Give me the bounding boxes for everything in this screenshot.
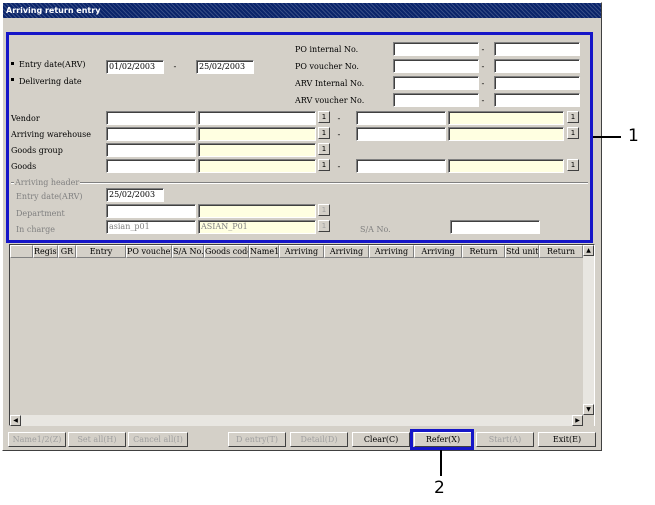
callout-number-1: 1 bbox=[628, 126, 639, 146]
column-header[interactable]: GR bbox=[58, 245, 76, 258]
callout-leader-1 bbox=[593, 136, 621, 138]
column-header[interactable]: Std unit bbox=[505, 245, 539, 258]
callout-leader-2 bbox=[440, 450, 442, 476]
column-header[interactable]: Arriving bbox=[324, 245, 369, 258]
clear-button[interactable]: Clear(C) bbox=[352, 432, 410, 447]
column-header[interactable]: Arriving bbox=[279, 245, 324, 258]
detail-button[interactable]: Detail(D) bbox=[290, 432, 348, 447]
column-header[interactable]: Name1 bbox=[249, 245, 279, 258]
scroll-down-arrow-icon[interactable]: ▼ bbox=[583, 404, 594, 415]
window-title: Arriving return entry bbox=[3, 3, 601, 18]
column-header[interactable]: PO voucher bbox=[126, 245, 172, 258]
scroll-left-arrow-icon[interactable]: ◀ bbox=[10, 415, 21, 426]
column-header[interactable]: Arriving bbox=[414, 245, 462, 258]
column-header[interactable]: Goods code bbox=[204, 245, 249, 258]
d-entry-button[interactable]: D entry(T) bbox=[228, 432, 286, 447]
column-header[interactable]: Return bbox=[539, 245, 583, 258]
grid-vertical-scrollbar[interactable] bbox=[583, 245, 594, 415]
start-button[interactable]: Start(A) bbox=[476, 432, 534, 447]
callout-box-2 bbox=[410, 429, 474, 450]
scroll-right-arrow-icon[interactable]: ▶ bbox=[572, 415, 583, 426]
cancel-all-button[interactable]: Cancel all(I) bbox=[128, 432, 188, 447]
column-header[interactable]: Entry bbox=[76, 245, 126, 258]
exit-button[interactable]: Exit(E) bbox=[538, 432, 596, 447]
set-all-button[interactable]: Set all(H) bbox=[68, 432, 126, 447]
column-header[interactable]: Regist bbox=[33, 245, 58, 258]
grid-horizontal-scrollbar[interactable] bbox=[10, 415, 583, 426]
column-header[interactable]: Arriving bbox=[369, 245, 414, 258]
scrollbar-corner bbox=[583, 415, 594, 426]
scroll-up-arrow-icon[interactable]: ▲ bbox=[583, 245, 594, 256]
column-header[interactable]: S/A No. bbox=[172, 245, 204, 258]
grid-empty-area bbox=[10, 258, 583, 415]
grid-corner-header bbox=[10, 245, 33, 258]
callout-box-1 bbox=[6, 32, 593, 243]
column-header[interactable]: Return bbox=[462, 245, 505, 258]
name12-button[interactable]: Name1/2(Z) bbox=[8, 432, 66, 447]
callout-number-2: 2 bbox=[434, 478, 445, 498]
